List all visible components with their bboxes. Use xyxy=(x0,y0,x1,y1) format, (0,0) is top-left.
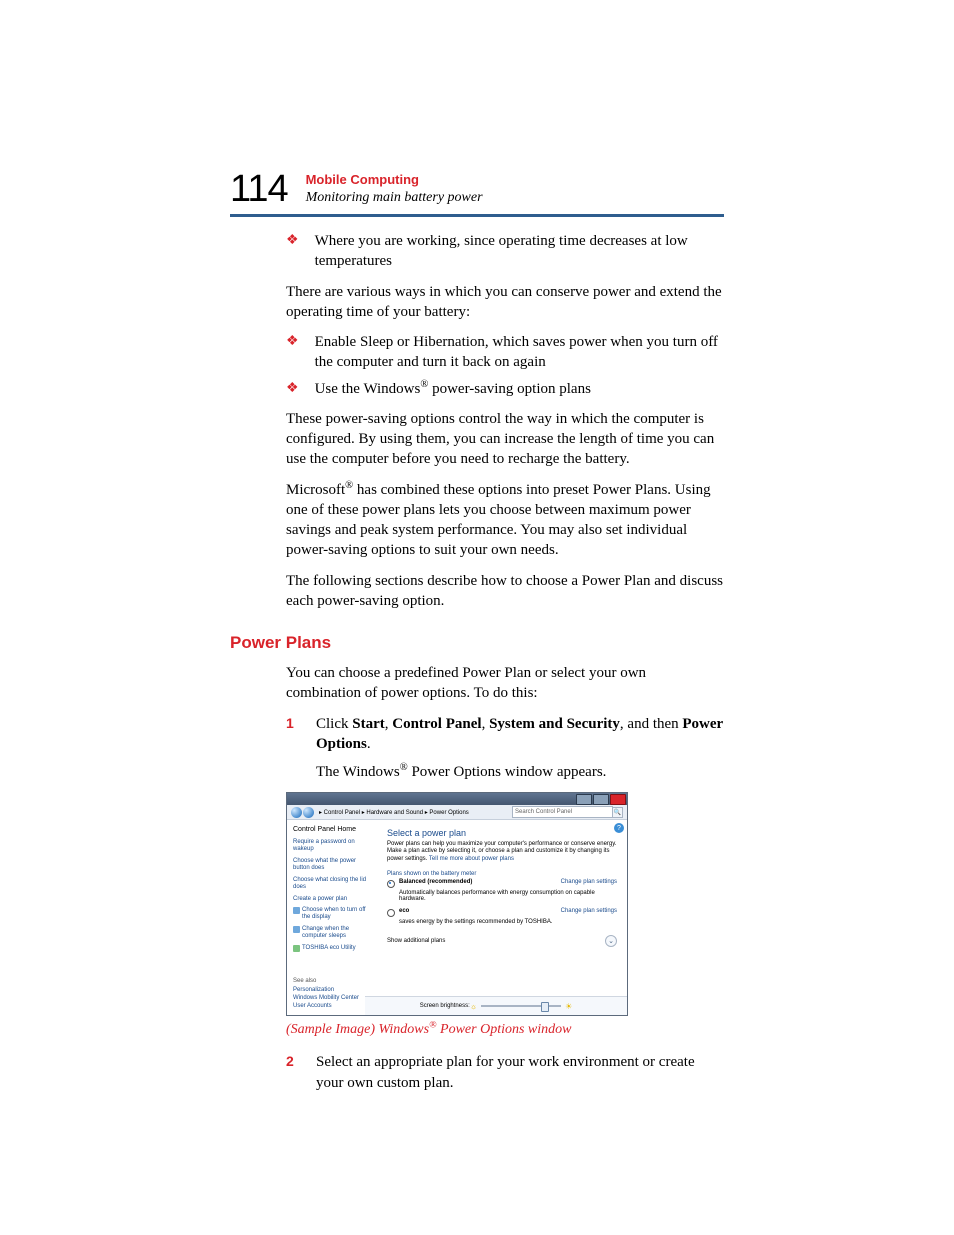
close-button[interactable] xyxy=(610,794,626,805)
plan-name: Balanced (recommended) xyxy=(399,879,472,885)
change-plan-link[interactable]: Change plan settings xyxy=(561,908,617,914)
tell-me-more-link[interactable]: Tell me more about power plans xyxy=(429,856,514,862)
nav-forward-icon[interactable] xyxy=(303,807,314,818)
sidebar-link[interactable]: Choose what the power button does xyxy=(293,858,371,872)
intro-bullet-list: ❖ Where you are working, since operating… xyxy=(286,231,724,272)
bullet-text: Where you are working, since operating t… xyxy=(315,231,724,272)
power-plans-heading: Power Plans xyxy=(230,633,724,653)
titlebar xyxy=(287,793,627,805)
sidebar-link[interactable]: Windows Mobility Center xyxy=(293,995,371,1001)
figure-caption: (Sample Image) Windows® Power Options wi… xyxy=(286,1022,724,1038)
paragraph: These power-saving options control the w… xyxy=(286,409,724,470)
paragraph: Microsoft® has combined these options in… xyxy=(286,480,724,561)
nav-back-icon[interactable] xyxy=(291,807,302,818)
header-rule xyxy=(230,214,724,217)
brightness-slider[interactable] xyxy=(481,1005,561,1007)
bullet-text: Enable Sleep or Hibernation, which saves… xyxy=(315,332,724,373)
sidebar-link[interactable]: Choose what closing the lid does xyxy=(293,877,371,891)
steps-list-continued: 2 Select an appropriate plan for your wo… xyxy=(286,1052,724,1093)
sidebar: Control Panel Home Require a password on… xyxy=(287,820,377,1015)
window-frame: ▸ Control Panel ▸ Hardware and Sound ▸ P… xyxy=(286,792,628,1016)
step-text: Click Start, Control Panel, System and S… xyxy=(316,714,724,755)
nav-bar: ▸ Control Panel ▸ Hardware and Sound ▸ P… xyxy=(287,805,627,820)
slider-thumb[interactable] xyxy=(541,1002,549,1012)
sidebar-home[interactable]: Control Panel Home xyxy=(293,826,371,833)
chevron-down-icon[interactable]: ⌄ xyxy=(605,935,617,947)
sidebar-link[interactable]: Require a password on wakeup xyxy=(293,839,371,853)
sleep-icon xyxy=(293,926,300,933)
paragraph: The following sections describe how to c… xyxy=(286,571,724,612)
page-number: 114 xyxy=(230,170,288,208)
chapter-title: Mobile Computing xyxy=(306,172,483,188)
brightness-label: Screen brightness: xyxy=(420,1003,470,1009)
sun-dim-icon: ☼ xyxy=(470,1002,477,1011)
sun-bright-icon: ☀ xyxy=(565,1002,572,1011)
plan-name: eco xyxy=(399,908,409,914)
bullet-text: Use the Windows® power-saving option pla… xyxy=(315,379,591,399)
maximize-button[interactable] xyxy=(593,794,609,805)
radio-balanced[interactable] xyxy=(387,880,395,888)
page-header: 114 Mobile Computing Monitoring main bat… xyxy=(230,170,724,208)
main-panel: Select a power plan Power plans can help… xyxy=(377,820,627,1015)
sidebar-link[interactable]: Choose when to turn off the display xyxy=(293,907,371,921)
step-sub-text: The Windows® Power Options window appear… xyxy=(316,762,724,782)
sidebar-link[interactable]: Personalization xyxy=(293,987,371,993)
step-number: 2 xyxy=(286,1052,316,1072)
plan-description: saves energy by the settings recommended… xyxy=(399,919,617,925)
brightness-footer: Screen brightness: ☼ ☀ xyxy=(365,996,627,1015)
panel-description: Power plans can help you maximize your c… xyxy=(387,841,617,863)
show-additional-plans[interactable]: Show additional plans ⌄ xyxy=(387,935,617,947)
search-input[interactable]: Search Control Panel xyxy=(512,806,613,818)
see-also-label: See also xyxy=(293,978,371,984)
step-number: 1 xyxy=(286,714,316,734)
paragraph: There are various ways in which you can … xyxy=(286,282,724,323)
sidebar-link[interactable]: TOSHIBA eco Utility xyxy=(293,945,371,952)
minimize-button[interactable] xyxy=(576,794,592,805)
breadcrumb[interactable]: ▸ Control Panel ▸ Hardware and Sound ▸ P… xyxy=(319,809,469,816)
display-icon xyxy=(293,907,300,914)
paragraph: You can choose a predefined Power Plan o… xyxy=(286,663,724,704)
plans-shown-label: Plans shown on the battery meter xyxy=(387,871,617,877)
bullet-icon: ❖ xyxy=(286,379,299,399)
radio-eco[interactable] xyxy=(387,909,395,917)
section-title: Monitoring main battery power xyxy=(306,190,483,206)
bullet-icon: ❖ xyxy=(286,332,299,352)
sidebar-link[interactable]: Create a power plan xyxy=(293,896,371,903)
steps-list: 1 Click Start, Control Panel, System and… xyxy=(286,714,724,755)
search-icon[interactable]: 🔍 xyxy=(613,807,623,818)
sidebar-link[interactable]: User Accounts xyxy=(293,1003,371,1009)
sidebar-link[interactable]: Change when the computer sleeps xyxy=(293,926,371,940)
panel-title: Select a power plan xyxy=(387,828,617,838)
eco-icon xyxy=(293,945,300,952)
bullet-icon: ❖ xyxy=(286,231,299,251)
plan-description: Automatically balances performance with … xyxy=(399,890,617,902)
screenshot-figure: ▸ Control Panel ▸ Hardware and Sound ▸ P… xyxy=(286,792,628,1016)
change-plan-link[interactable]: Change plan settings xyxy=(561,879,617,885)
conserve-bullet-list: ❖ Enable Sleep or Hibernation, which sav… xyxy=(286,332,724,399)
step-text: Select an appropriate plan for your work… xyxy=(316,1052,724,1093)
